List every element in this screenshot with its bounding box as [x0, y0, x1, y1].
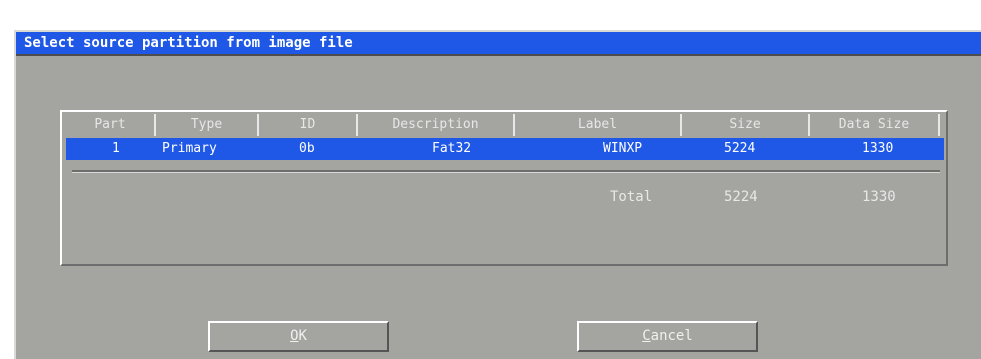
cell-id: 0b	[299, 141, 315, 156]
total-size: 5224	[724, 189, 758, 205]
partition-table: Part Type ID Description Label Size Data…	[60, 110, 948, 266]
cell-part: 1	[112, 141, 120, 156]
total-separator	[72, 170, 940, 173]
cell-data-size: 1330	[862, 141, 894, 156]
column-header-id[interactable]: ID	[259, 114, 358, 136]
cell-type: Primary	[162, 141, 217, 156]
cell-size: 5224	[724, 141, 756, 156]
column-header-description[interactable]: Description	[358, 114, 515, 136]
ok-mnemonic: O	[290, 328, 299, 344]
column-header-data-size[interactable]: Data Size	[810, 114, 940, 136]
column-header-part[interactable]: Part	[66, 114, 156, 136]
dialog-titlebar: Select source partition from image file	[16, 32, 981, 56]
total-label: Total	[610, 189, 653, 205]
ok-label: K	[298, 328, 307, 344]
cancel-label: ancel	[650, 328, 693, 344]
partition-dialog: Select source partition from image file …	[14, 30, 981, 359]
total-data-size: 1330	[862, 189, 896, 205]
column-header-type[interactable]: Type	[156, 114, 259, 136]
table-row[interactable]: 1 Primary 0b Fat32 WINXP 5224 1330	[66, 138, 944, 160]
cancel-mnemonic: C	[642, 328, 651, 344]
cell-label: WINXP	[603, 141, 643, 156]
table-header: Part Type ID Description Label Size Data…	[66, 114, 944, 138]
column-header-size[interactable]: Size	[682, 114, 810, 136]
ok-button[interactable]: OK	[208, 321, 389, 352]
dialog-title: Select source partition from image file	[24, 35, 353, 51]
column-header-label[interactable]: Label	[515, 114, 682, 136]
cancel-button[interactable]: Cancel	[577, 321, 758, 352]
cell-description: Fat32	[432, 141, 472, 156]
